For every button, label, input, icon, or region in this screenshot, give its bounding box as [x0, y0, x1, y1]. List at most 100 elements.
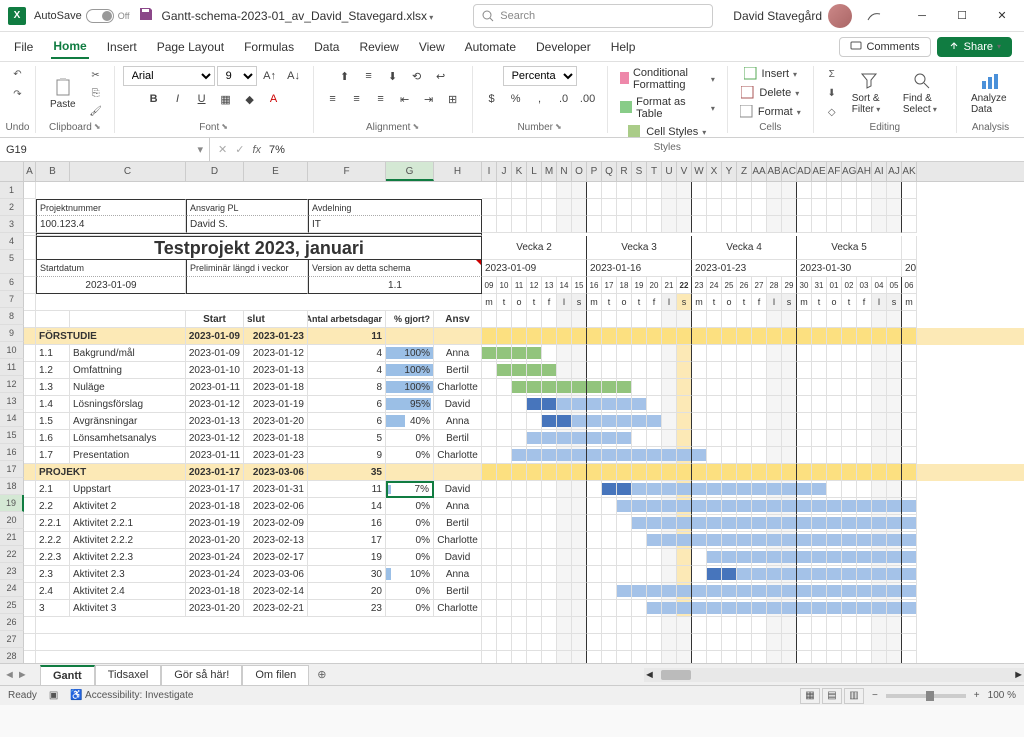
cell[interactable]: Uppstart — [70, 481, 186, 498]
row-header-27[interactable]: 27 — [0, 631, 24, 648]
row-header-12[interactable]: 12 — [0, 376, 24, 393]
cell[interactable] — [24, 464, 36, 481]
cell[interactable]: 2023-01-20 — [244, 413, 308, 430]
cell[interactable]: slut — [244, 311, 308, 328]
cell[interactable]: Anna — [434, 566, 482, 583]
cell[interactable]: 40% — [386, 413, 434, 430]
currency-icon[interactable]: $ — [481, 89, 503, 109]
cell[interactable]: Bertil — [434, 583, 482, 600]
cell[interactable]: Aktivitet 2.4 — [70, 583, 186, 600]
cell[interactable]: 2023-01-18 — [244, 379, 308, 396]
cell[interactable]: 2023-01-16 — [587, 260, 692, 277]
cell[interactable]: 95% — [386, 396, 434, 413]
format-painter-icon[interactable]: 🖌 — [86, 103, 106, 119]
cell[interactable]: Vecka 4 — [692, 236, 797, 260]
cell[interactable]: 16 — [587, 277, 602, 294]
cell[interactable] — [36, 182, 482, 199]
filename[interactable]: Gantt-schema-2023-01_av_David_Stavegard.… — [162, 9, 434, 23]
cut-icon[interactable]: ✂ — [86, 67, 106, 83]
cell[interactable]: Preliminär längd i veckor — [186, 260, 308, 277]
col-header-Q[interactable]: Q — [602, 162, 617, 181]
autosum-icon[interactable]: Σ — [822, 66, 842, 82]
cell[interactable]: 20 — [308, 583, 386, 600]
col-header-R[interactable]: R — [617, 162, 632, 181]
col-header-I[interactable]: I — [482, 162, 497, 181]
col-header-AG[interactable]: AG — [842, 162, 857, 181]
selected-cell[interactable]: 7% — [386, 481, 434, 498]
sheet-tab-tidsaxel[interactable]: Tidsaxel — [95, 665, 162, 685]
cell[interactable]: 11 — [308, 481, 386, 498]
col-header-B[interactable]: B — [36, 162, 70, 181]
cell[interactable] — [186, 277, 308, 294]
cell[interactable]: 2.2.3 — [36, 549, 70, 566]
cell[interactable]: Lösningsförslag — [70, 396, 186, 413]
ribbon-tab-file[interactable]: File — [12, 36, 35, 58]
cell[interactable]: David — [434, 481, 482, 498]
cell[interactable]: Charlotte — [434, 447, 482, 464]
col-header-AI[interactable]: AI — [872, 162, 887, 181]
col-header-V[interactable]: V — [677, 162, 692, 181]
cell[interactable]: Aktivitet 2.2.2 — [70, 532, 186, 549]
col-header-AA[interactable]: AA — [752, 162, 767, 181]
cell[interactable]: 10% — [386, 566, 434, 583]
col-header-D[interactable]: D — [186, 162, 244, 181]
cell[interactable]: l — [767, 294, 782, 311]
sheet-nav-next[interactable]: ► — [17, 669, 28, 681]
cell[interactable]: 4 — [308, 345, 386, 362]
ribbon-tab-automate[interactable]: Automate — [463, 36, 518, 58]
dec-decimal-icon[interactable]: .00 — [577, 89, 599, 109]
cell[interactable]: 5 — [308, 430, 386, 447]
cell[interactable]: t — [602, 294, 617, 311]
cell[interactable]: Omfattning — [70, 362, 186, 379]
row-header-1[interactable]: 1 — [0, 182, 24, 199]
cell[interactable]: David S. — [186, 216, 308, 233]
ribbon-tab-view[interactable]: View — [417, 36, 447, 58]
cell[interactable]: 06 — [902, 277, 917, 294]
cell[interactable]: 2023-02-09 — [244, 515, 308, 532]
cell[interactable]: f — [542, 294, 557, 311]
col-header-T[interactable]: T — [647, 162, 662, 181]
fx-enter[interactable]: ✓ — [235, 143, 244, 156]
cell[interactable]: 2023-01-12 — [186, 430, 244, 447]
ribbon-tab-insert[interactable]: Insert — [105, 36, 139, 58]
row-header-21[interactable]: 21 — [0, 529, 24, 546]
cell[interactable]: Charlotte — [434, 532, 482, 549]
cell[interactable]: Ansv — [434, 311, 482, 328]
cell[interactable]: 0% — [386, 583, 434, 600]
increase-indent-icon[interactable]: ⇥ — [418, 89, 440, 109]
row-header-5[interactable]: 5 — [0, 250, 24, 274]
cell[interactable]: David — [434, 549, 482, 566]
cell[interactable]: 29 — [782, 277, 797, 294]
cell[interactable]: Aktivitet 3 — [70, 600, 186, 617]
cell[interactable]: 2.2 — [36, 498, 70, 515]
ribbon-tab-review[interactable]: Review — [357, 36, 400, 58]
cell[interactable]: Bertil — [434, 515, 482, 532]
cell[interactable]: 2023-01-18 — [186, 498, 244, 515]
ribbon-options-icon[interactable] — [860, 2, 888, 30]
cell[interactable]: s — [677, 294, 692, 311]
border-button[interactable]: ▦ — [215, 89, 237, 109]
zoom-in-button[interactable]: + — [974, 690, 980, 701]
cell[interactable]: 09 — [482, 277, 497, 294]
cell[interactable]: Ansvarig PL — [186, 199, 308, 216]
cell[interactable]: 28 — [767, 277, 782, 294]
clear-icon[interactable]: ◇ — [822, 104, 842, 120]
ribbon-tab-data[interactable]: Data — [312, 36, 341, 58]
cell[interactable]: t — [737, 294, 752, 311]
col-header-Z[interactable]: Z — [737, 162, 752, 181]
fx-icon[interactable]: fx — [252, 144, 261, 156]
minimize-button[interactable]: ─ — [908, 2, 936, 30]
cell[interactable]: 24 — [707, 277, 722, 294]
col-header-A[interactable]: A — [24, 162, 36, 181]
row-header-17[interactable]: 17 — [0, 461, 24, 478]
cell[interactable]: o — [512, 294, 527, 311]
cell[interactable]: David — [434, 396, 482, 413]
cell[interactable]: 23 — [308, 600, 386, 617]
conditional-formatting-button[interactable]: Conditional Formatting — [616, 66, 719, 92]
col-header-AC[interactable]: AC — [782, 162, 797, 181]
cell[interactable]: Anna — [434, 498, 482, 515]
cell[interactable]: 16 — [308, 515, 386, 532]
col-header-H[interactable]: H — [434, 162, 482, 181]
row-header-23[interactable]: 23 — [0, 563, 24, 580]
cell[interactable]: 18 — [617, 277, 632, 294]
